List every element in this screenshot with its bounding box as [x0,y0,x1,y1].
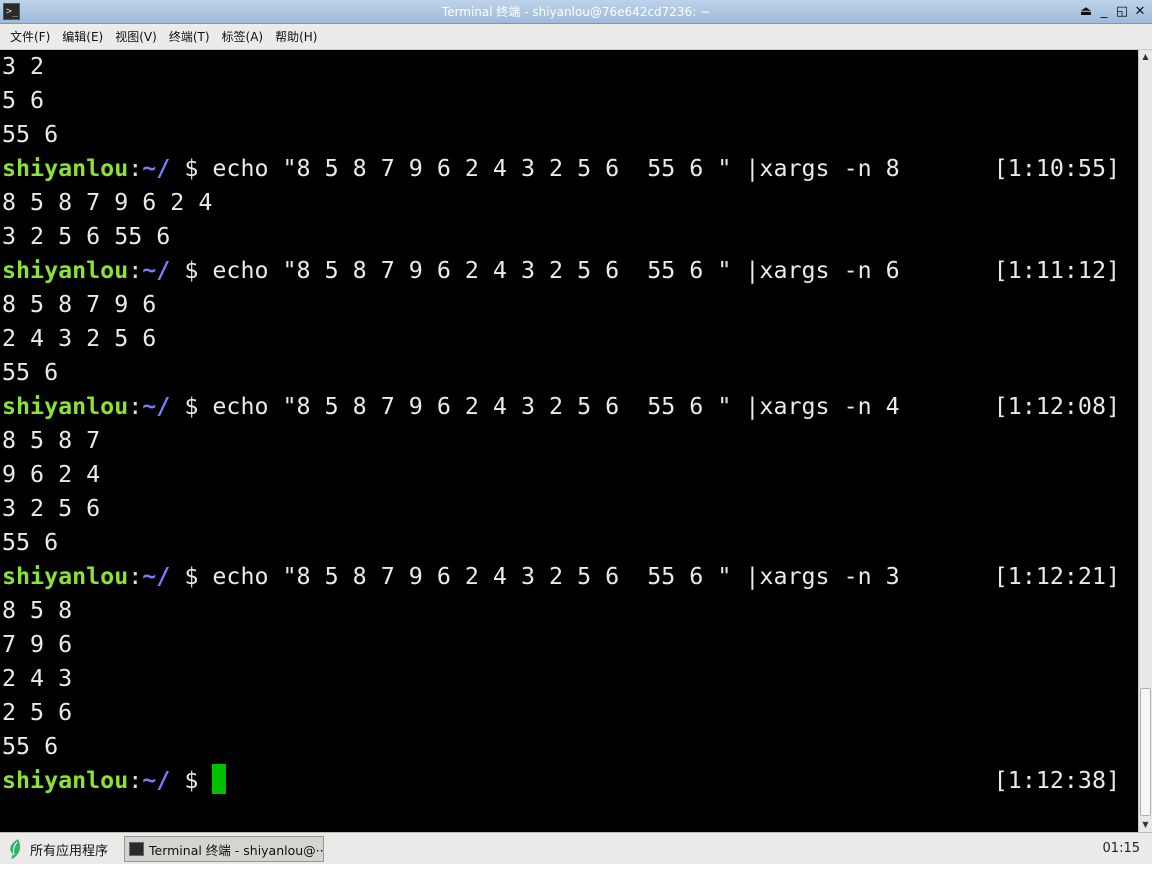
prompt-timestamp: [1:12:21] [993,563,1120,590]
applications-menu-label: 所有应用程序 [30,843,109,859]
desktop: >_ Terminal 终端 - shiyanlou@76e642cd7236:… [0,0,1152,896]
terminal-output-line: 7 9 6 [2,631,73,658]
prompt-symbol: $ [170,393,213,420]
prompt-command: echo "8 5 8 7 9 6 2 4 3 2 5 6 55 6 " |xa… [212,393,900,420]
prompt-path: ~/ [142,767,171,794]
prompt-user: shiyanlou [2,393,129,420]
terminal-output-line: 5 6 [2,87,45,114]
minimize-button[interactable]: _ [1096,3,1112,21]
menu-help[interactable]: 帮助(H) [269,25,323,49]
terminal-prompt-line: shiyanlou:~/ $ echo "8 5 8 7 9 6 2 4 3 2… [0,560,1138,594]
prompt-command: echo "8 5 8 7 9 6 2 4 3 2 5 6 55 6 " |xa… [212,155,900,182]
prompt-timestamp: [1:10:55] [993,155,1120,182]
terminal-output-line: 55 6 [2,121,59,148]
prompt-timestamp: [1:12:08] [993,393,1120,420]
prompt-user: shiyanlou [2,767,129,794]
prompt-user: shiyanlou [2,155,129,182]
terminal-output-line: 3 2 5 6 55 6 [2,223,171,250]
prompt-symbol: $ [170,155,213,182]
scroll-up-arrow-icon[interactable]: ▲ [1139,50,1152,64]
prompt-path: ~/ [142,393,171,420]
prompt-command: echo "8 5 8 7 9 6 2 4 3 2 5 6 55 6 " |xa… [212,563,900,590]
terminal-output-line: 8 5 8 7 [2,427,101,454]
window-title: Terminal 终端 - shiyanlou@76e642cd7236: ~ [441,5,711,19]
menu-file[interactable]: 文件(F) [4,25,56,49]
terminal-prompt-line: shiyanlou:~/ $ [1:12:38] [0,764,1138,798]
prompt-symbol: $ [170,767,213,794]
prompt-path: ~/ [142,563,171,590]
terminal-output-line: 2 4 3 2 5 6 [2,325,157,352]
prompt-path: ~/ [142,155,171,182]
window-controls: ⏏ _ ◱ ✕ [1078,3,1148,21]
terminal-output[interactable]: 3 25 6 55 6 shiyanlou:~/ $ echo "8 5 8 7 9… [0,50,1138,832]
terminal-output-line: 55 6 [2,733,59,760]
prompt-command: echo "8 5 8 7 9 6 2 4 3 2 5 6 55 6 " |xa… [212,257,900,284]
prompt-path: ~/ [142,257,171,284]
terminal-cursor [212,764,227,794]
terminal-output-line: 2 4 3 [2,665,73,692]
terminal-output-line: 8 5 8 7 9 6 2 4 [2,189,213,216]
prompt-timestamp: [1:12:38] [993,767,1120,794]
menu-bar: 文件(F) 编辑(E) 视图(V) 终端(T) 标签(A) 帮助(H) [0,24,1152,50]
scrollbar-thumb[interactable] [1140,688,1151,816]
prompt-separator: : [128,155,143,182]
shiyanlou-leaf-icon [10,839,21,859]
terminal-output-line: 3 2 [2,53,45,80]
maximize-button[interactable]: ◱ [1114,3,1130,21]
menu-tabs[interactable]: 标签(A) [216,25,270,49]
terminal-icon [129,842,144,856]
prompt-user: shiyanlou [2,257,129,284]
prompt-user: shiyanlou [2,563,129,590]
terminal-prompt-line: shiyanlou:~/ $ echo "8 5 8 7 9 6 2 4 3 2… [0,390,1138,424]
desktop-background [0,864,1152,896]
menu-edit[interactable]: 编辑(E) [56,25,109,49]
shade-button[interactable]: ⏏ [1078,3,1094,21]
terminal-output-line: 55 6 [2,359,59,386]
window-titlebar[interactable]: >_ Terminal 终端 - shiyanlou@76e642cd7236:… [0,0,1152,24]
terminal-scrollbar[interactable]: ▲ ▼ [1138,50,1152,832]
menu-view[interactable]: 视图(V) [109,25,163,49]
terminal-prompt-line: shiyanlou:~/ $ echo "8 5 8 7 9 6 2 4 3 2… [0,152,1138,186]
prompt-separator: : [128,257,143,284]
scroll-down-arrow-icon[interactable]: ▼ [1139,818,1152,832]
terminal-output-line: 8 5 8 [2,597,73,624]
terminal-output-line: 2 5 6 [2,699,73,726]
applications-menu-button[interactable]: 所有应用程序 [6,836,108,862]
clock[interactable]: 01:15 [1103,833,1140,865]
taskbar-item-label: Terminal 终端 - shiyanlou@··· [149,842,324,858]
menu-terminal[interactable]: 终端(T) [163,25,216,49]
prompt-symbol: $ [170,257,213,284]
taskbar-item-terminal[interactable]: Terminal 终端 - shiyanlou@··· [124,836,324,862]
terminal-output-line: 55 6 [2,529,59,556]
terminal-output-line: 3 2 5 6 [2,495,101,522]
close-button[interactable]: ✕ [1132,3,1148,21]
taskbar: 所有应用程序 Terminal 终端 - shiyanlou@··· 01:15 [0,832,1152,864]
terminal-output-line: 8 5 8 7 9 6 [2,291,157,318]
terminal-prompt-line: shiyanlou:~/ $ echo "8 5 8 7 9 6 2 4 3 2… [0,254,1138,288]
prompt-separator: : [128,767,143,794]
prompt-symbol: $ [170,563,213,590]
prompt-separator: : [128,563,143,590]
prompt-separator: : [128,393,143,420]
terminal-output-line: 9 6 2 4 [2,461,101,488]
prompt-timestamp: [1:11:12] [993,257,1120,284]
